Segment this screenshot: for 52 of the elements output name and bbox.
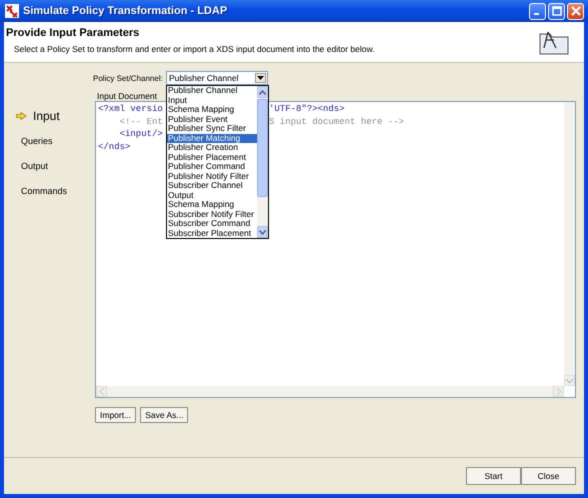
code-line: <?xml versio <box>98 103 163 116</box>
app-icon <box>5 4 19 18</box>
dropdown-option[interactable]: Publisher Notify Filter <box>167 172 257 181</box>
dropdown-option[interactable]: Schema Mapping <box>167 200 257 210</box>
policy-set-dropdown[interactable]: Publisher Channel <box>166 71 268 85</box>
dialog-button[interactable]: Start <box>466 467 521 485</box>
nav-item[interactable]: Input <box>33 109 60 123</box>
code-line: <input/> <box>118 128 163 140</box>
maximize-button[interactable] <box>548 2 565 20</box>
dropdown-option[interactable]: Publisher Placement <box>167 152 257 162</box>
window-title: Simulate Policy Transformation - LDAP <box>23 5 228 17</box>
vertical-scrollbar[interactable] <box>564 102 575 386</box>
arrow-icon <box>16 112 27 120</box>
close-icon <box>570 6 580 16</box>
nav-item[interactable]: Commands <box>21 186 68 196</box>
editor-button[interactable]: Save As... <box>140 407 188 423</box>
list-scrollbar[interactable] <box>257 86 268 238</box>
dropdown-option[interactable]: Publisher Command <box>167 162 257 172</box>
dropdown-option[interactable]: Publisher Event <box>167 114 257 124</box>
code-line: 'UTF-8"?><nds> <box>269 103 345 116</box>
dropdown-option[interactable]: Publisher Sync Filter <box>167 124 257 134</box>
dropdown-option[interactable]: Subscriber Command <box>167 219 257 228</box>
dropdown-option[interactable]: Subscriber Placement <box>167 228 257 238</box>
editor-label: Input Document <box>97 91 158 101</box>
page-title: Provide Input Parameters <box>6 27 140 39</box>
dropdown-option[interactable]: Schema Mapping <box>167 105 257 114</box>
scroll-up-icon <box>259 90 266 94</box>
dropdown-option[interactable]: Output <box>167 190 257 200</box>
scroll-right-icon <box>556 388 560 395</box>
horizontal-scrollbar[interactable] <box>96 386 564 397</box>
maximize-icon <box>552 6 562 16</box>
dropdown-option[interactable]: Publisher Matching <box>167 134 257 143</box>
editor-button[interactable]: Import... <box>95 407 136 423</box>
minimize-button[interactable] <box>529 2 546 20</box>
scroll-down-icon <box>566 378 573 382</box>
dropdown-option[interactable]: Publisher Creation <box>167 143 257 152</box>
scroll-left-icon <box>100 388 104 395</box>
minimize-icon <box>534 13 539 15</box>
dialog-button[interactable]: Close <box>521 467 576 485</box>
code-line: </nds> <box>98 140 130 153</box>
dropdown-option[interactable]: Subscriber Notify Filter <box>167 210 257 219</box>
scroll-down-icon <box>259 230 266 234</box>
nav-item[interactable]: Output <box>21 161 48 171</box>
close-button[interactable] <box>567 2 584 20</box>
code-line: <!-- Ent <box>118 116 163 128</box>
code-line: S input document here --> <box>269 116 404 128</box>
dropdown-option[interactable]: Subscriber Channel <box>167 181 257 190</box>
caret-icon <box>257 76 264 80</box>
policy-set-label: Policy Set/Channel: <box>93 74 164 82</box>
dropdown-option[interactable]: Publisher Channel <box>167 86 257 96</box>
nav-item[interactable]: Queries <box>21 136 53 146</box>
page-description: Select a Policy Set to transform and enter or import a XDS input document into the editor below. <box>14 44 374 54</box>
